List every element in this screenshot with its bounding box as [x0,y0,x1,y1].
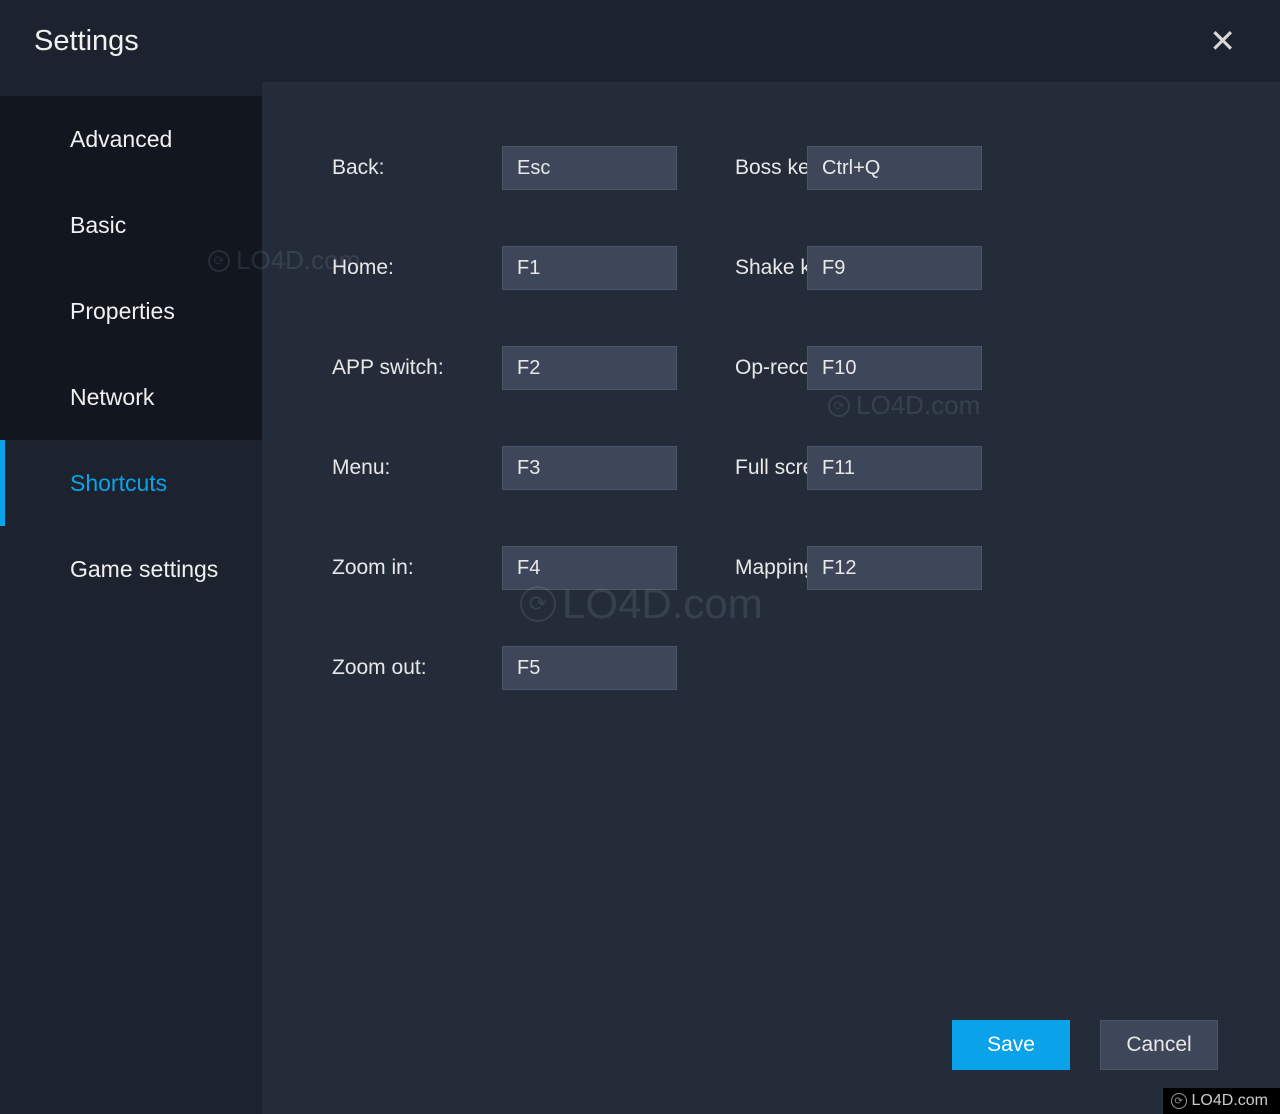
input-back[interactable] [502,146,677,190]
sidebar-item-network[interactable]: Network [0,354,262,440]
sidebar-item-advanced[interactable]: Advanced [0,96,262,182]
label-app-switch: APP switch: [332,356,502,380]
input-full-screen[interactable] [807,446,982,490]
label-home: Home: [332,256,502,280]
label-zoom-out: Zoom out: [332,656,502,680]
label-zoom-in: Zoom in: [332,556,502,580]
body: Advanced Basic Properties Network Shortc… [0,82,1280,1114]
cancel-button[interactable]: Cancel [1100,1020,1218,1070]
input-menu[interactable] [502,446,677,490]
sidebar-item-game-settings[interactable]: Game settings [0,526,262,612]
main-panel: Back: Boss key: Home: Shake key: APP swi… [262,82,1280,1114]
save-button[interactable]: Save [952,1020,1070,1070]
input-app-switch[interactable] [502,346,677,390]
input-home[interactable] [502,246,677,290]
sidebar-item-basic[interactable]: Basic [0,182,262,268]
page-title: Settings [34,25,139,58]
input-zoom-out[interactable] [502,646,677,690]
header: Settings ✕ [0,0,1280,82]
sidebar-item-label: Game settings [70,556,218,583]
close-icon[interactable]: ✕ [1199,21,1246,61]
sidebar-item-label: Advanced [70,126,172,153]
sidebar-item-label: Basic [70,212,126,239]
footer-buttons: Save Cancel [952,1020,1218,1070]
refresh-icon: ⟳ [1171,1093,1187,1109]
input-mappings[interactable] [807,546,982,590]
shortcuts-form: Back: Boss key: Home: Shake key: APP swi… [332,146,1220,690]
input-op-record[interactable] [807,346,982,390]
input-boss-key[interactable] [807,146,982,190]
input-shake-key[interactable] [807,246,982,290]
sidebar-item-shortcuts[interactable]: Shortcuts [0,440,262,526]
sidebar-item-label: Shortcuts [70,470,167,497]
source-badge: ⟳ LO4D.com [1163,1088,1280,1114]
label-menu: Menu: [332,456,502,480]
sidebar-item-properties[interactable]: Properties [0,268,262,354]
sidebar-item-label: Properties [70,298,175,325]
sidebar: Advanced Basic Properties Network Shortc… [0,82,262,1114]
sidebar-item-label: Network [70,384,154,411]
input-zoom-in[interactable] [502,546,677,590]
label-back: Back: [332,156,502,180]
